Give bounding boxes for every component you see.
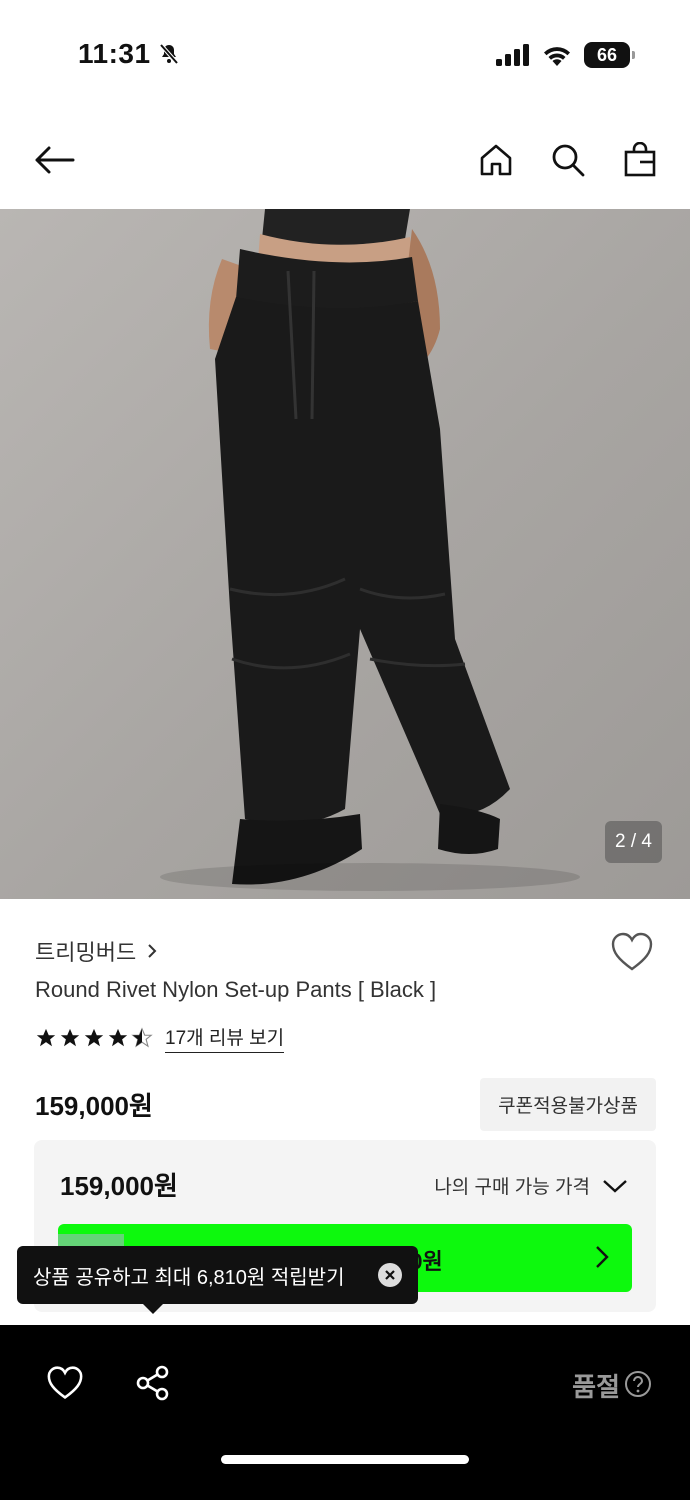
rating-stars: [35, 1027, 153, 1049]
chevron-right-icon: [596, 1246, 609, 1268]
wifi-icon: [544, 47, 570, 66]
image-counter: 2 / 4: [605, 821, 662, 863]
brand-name: 트리밍버드: [35, 940, 137, 965]
share-icon: [136, 1365, 169, 1401]
status-icons: 66: [496, 42, 635, 68]
chevron-down-icon: [603, 1179, 627, 1193]
search-icon: [552, 144, 585, 177]
cart-button[interactable]: [616, 136, 664, 184]
tooltip-close-button[interactable]: [378, 1263, 402, 1287]
my-price-toggle[interactable]: 나의 구매 가능 가격: [434, 1172, 628, 1199]
star-icon: [108, 1028, 128, 1047]
star-icon: [84, 1028, 104, 1047]
battery-level: 66: [596, 44, 618, 65]
product-price: 159,000원: [35, 1091, 153, 1121]
top-navigation: [0, 120, 690, 200]
brand-link[interactable]: 트리밍버드: [35, 935, 158, 967]
help-icon[interactable]: [624, 1370, 652, 1398]
shopping-bag-icon: [624, 142, 656, 177]
tooltip-text: 상품 공유하고 최대 6,810원 적립받기: [33, 1266, 345, 1289]
home-button[interactable]: [472, 136, 520, 184]
share-reward-tooltip: 상품 공유하고 최대 6,810원 적립받기: [17, 1246, 418, 1314]
heart-icon: [611, 932, 653, 971]
search-button[interactable]: [544, 136, 592, 184]
status-time: 11:31: [78, 38, 181, 70]
coupon-badge: 쿠폰적용불가상품: [480, 1078, 656, 1131]
cellular-signal-icon: [496, 44, 529, 66]
star-icon: [60, 1028, 80, 1047]
chevron-right-icon: [148, 944, 157, 958]
wishlist-button[interactable]: [610, 932, 654, 976]
share-button[interactable]: [133, 1363, 173, 1403]
bell-muted-icon: [159, 43, 179, 65]
close-icon: [385, 1270, 395, 1280]
time-text: 11:31: [78, 38, 151, 69]
back-button[interactable]: [30, 136, 78, 184]
my-price-label: 나의 구매 가능 가격: [434, 1177, 590, 1198]
product-name: Round Rivet Nylon Set-up Pants [ Black ]: [35, 977, 437, 1002]
bottom-wishlist-button[interactable]: [45, 1363, 85, 1403]
my-price: 159,000원: [60, 1171, 178, 1201]
star-icon: [36, 1028, 56, 1047]
soldout-label: 품절: [572, 1372, 620, 1402]
pants-illustration: [160, 209, 580, 891]
bottom-action-bar: 품절: [0, 1325, 690, 1500]
product-image[interactable]: 2 / 4: [0, 209, 690, 899]
star-half-icon: [131, 1027, 153, 1048]
home-indicator: [221, 1455, 469, 1464]
battery-indicator: 66: [584, 42, 635, 68]
review-link[interactable]: 17개 리뷰 보기: [165, 1023, 285, 1053]
heart-icon: [47, 1366, 83, 1400]
home-icon: [480, 144, 512, 176]
rating-row: 17개 리뷰 보기: [35, 1023, 285, 1053]
status-bar: 11:31 66: [0, 0, 690, 110]
arrow-left-icon: [35, 146, 75, 174]
